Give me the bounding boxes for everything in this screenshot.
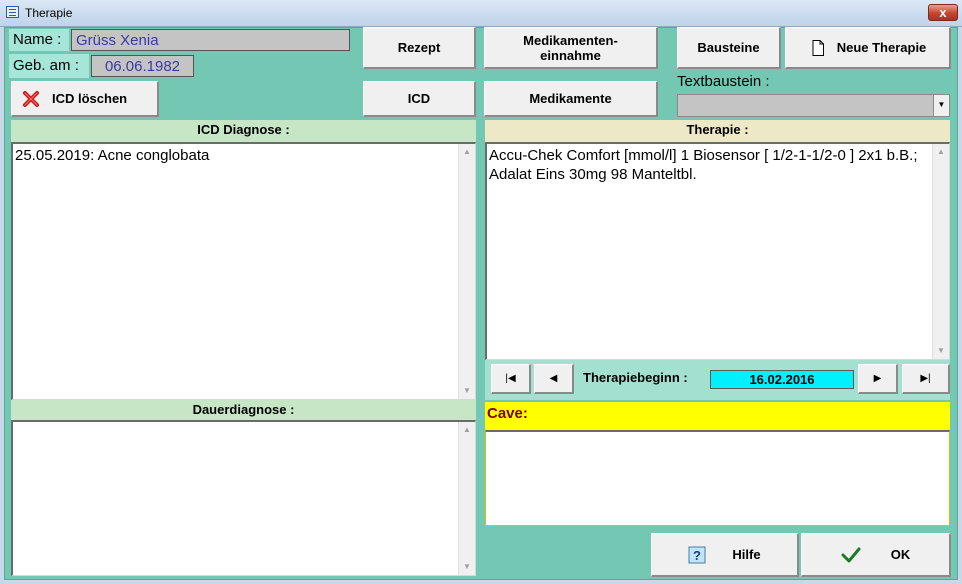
icd-label: ICD <box>407 91 431 106</box>
rezept-button[interactable]: Rezept <box>363 27 476 69</box>
checkmark-icon <box>841 546 861 564</box>
medikamente-button[interactable]: Medikamente <box>484 81 658 117</box>
therapie-header: Therapie : <box>485 120 950 142</box>
dauer-scrollbar[interactable]: ▲ ▼ <box>458 422 475 575</box>
dauerdiagnose-textarea[interactable]: ▲ ▼ <box>11 420 476 576</box>
icd-diagnose-header: ICD Diagnose : <box>11 120 476 142</box>
therapiebeginn-date[interactable]: 16.02.2016 <box>710 370 854 389</box>
cave-textarea[interactable] <box>485 430 950 526</box>
hilfe-button[interactable]: ? Hilfe <box>651 533 799 577</box>
first-record-icon: |◀ <box>505 373 516 384</box>
previous-record-icon: ◀ <box>549 373 558 384</box>
scroll-up-icon[interactable]: ▲ <box>933 144 949 160</box>
therapie-textarea[interactable]: Accu-Chek Comfort [mmol/l] 1 Biosensor [… <box>485 142 950 360</box>
question-icon: ? <box>688 546 706 564</box>
textbaustein-combo[interactable]: ▼ <box>677 94 950 117</box>
name-field[interactable]: Grüss Xenia <box>71 29 350 51</box>
dob-field[interactable]: 06.06.1982 <box>91 55 194 77</box>
ok-label: OK <box>890 547 911 562</box>
icd-loeschen-label: ICD löschen <box>52 91 128 106</box>
next-record-button[interactable]: ▶ <box>858 364 898 394</box>
next-record-icon: ▶ <box>873 373 882 384</box>
icd-diagnose-textarea[interactable]: 25.05.2019: Acne conglobata ▲ ▼ <box>11 142 476 400</box>
last-record-button[interactable]: ▶| <box>902 364 950 394</box>
medikamente-label: Medikamente <box>529 91 612 106</box>
red-x-icon <box>22 90 40 108</box>
ok-button[interactable]: OK <box>801 533 951 577</box>
chevron-down-icon[interactable]: ▼ <box>933 95 949 116</box>
icd-diagnose-text: 25.05.2019: Acne conglobata <box>15 147 210 164</box>
bausteine-button[interactable]: Bausteine <box>677 27 781 69</box>
close-icon: x <box>939 5 947 20</box>
svg-text:?: ? <box>693 548 701 563</box>
hilfe-label: Hilfe <box>732 547 761 562</box>
icd-scrollbar[interactable]: ▲ ▼ <box>458 144 475 399</box>
textbaustein-label: Textbaustein : <box>677 73 770 90</box>
document-icon <box>809 39 827 57</box>
icd-loeschen-button[interactable]: ICD löschen <box>11 81 159 117</box>
cave-label: Cave: <box>485 402 950 430</box>
dob-label: Geb. am : <box>9 54 89 78</box>
scroll-down-icon[interactable]: ▼ <box>459 559 475 575</box>
medikamenteneinnahme-label-2: einnahme <box>540 47 601 63</box>
bausteine-label: Bausteine <box>697 40 760 55</box>
first-record-button[interactable]: |◀ <box>491 364 531 394</box>
rezept-label: Rezept <box>397 40 441 55</box>
medikamenteneinnahme-button[interactable]: Medikamenten- einnahme <box>484 27 658 69</box>
window-title: Therapie <box>25 6 73 20</box>
name-label: Name : <box>9 29 69 51</box>
dauerdiagnose-header: Dauerdiagnose : <box>11 400 476 420</box>
scroll-down-icon[interactable]: ▼ <box>933 343 949 359</box>
last-record-icon: ▶| <box>920 373 931 384</box>
close-button[interactable]: x <box>928 4 958 21</box>
therapiebeginn-label: Therapiebeginn : <box>583 370 688 385</box>
neue-therapie-label: Neue Therapie <box>836 40 927 55</box>
neue-therapie-button[interactable]: Neue Therapie <box>785 27 951 69</box>
scroll-down-icon[interactable]: ▼ <box>459 383 475 399</box>
dialog-client: Name : Grüss Xenia Geb. am : 06.06.1982 … <box>4 27 958 580</box>
therapie-text: Accu-Chek Comfort [mmol/l] 1 Biosensor [… <box>489 147 918 183</box>
scroll-up-icon[interactable]: ▲ <box>459 422 475 438</box>
icd-button[interactable]: ICD <box>363 81 476 117</box>
therapie-scrollbar[interactable]: ▲ ▼ <box>932 144 949 359</box>
scroll-up-icon[interactable]: ▲ <box>459 144 475 160</box>
previous-record-button[interactable]: ◀ <box>534 364 574 394</box>
title-bar: Therapie x <box>0 0 962 27</box>
window-icon <box>6 6 19 18</box>
medikamenteneinnahme-label-1: Medikamenten- <box>523 32 618 48</box>
